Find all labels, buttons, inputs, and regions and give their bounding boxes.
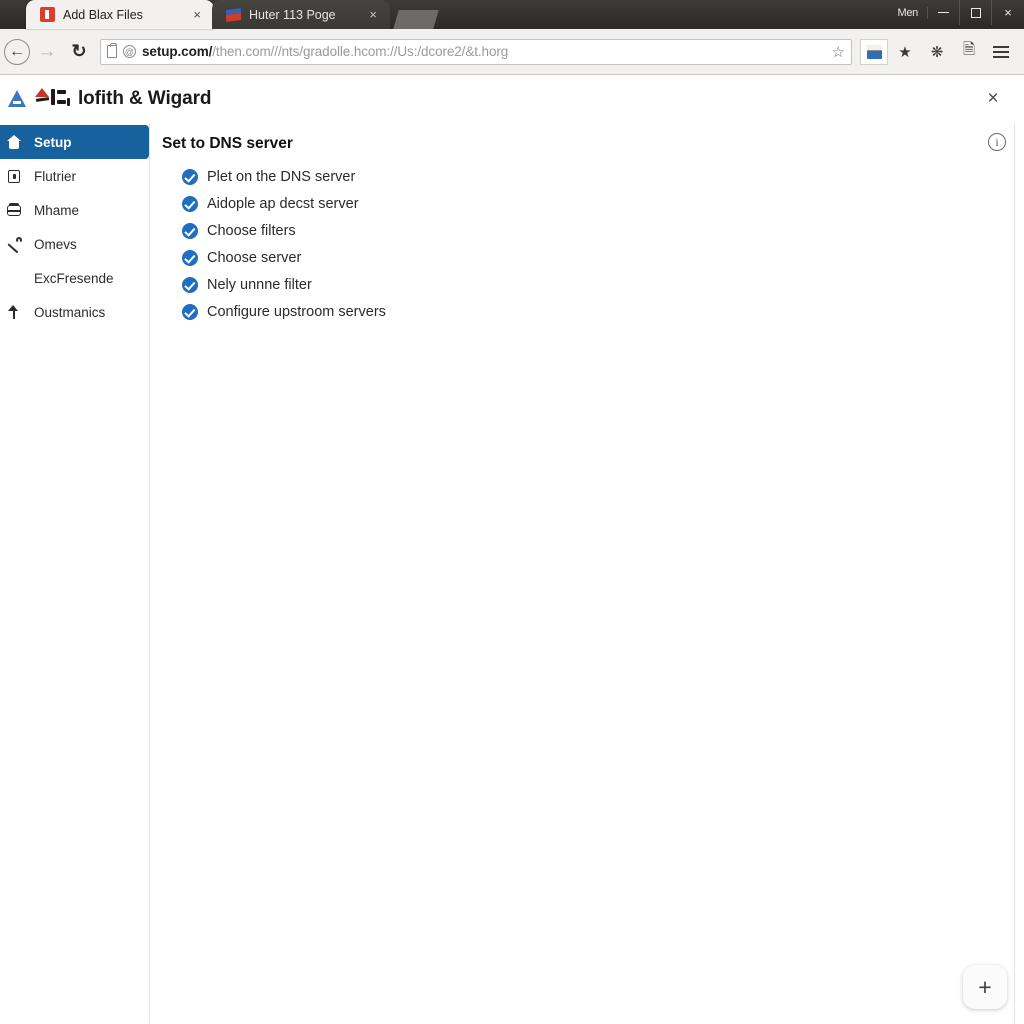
tab-title: Add Blax Files bbox=[63, 7, 143, 22]
check-circle-icon bbox=[182, 276, 198, 293]
flag-icon bbox=[226, 7, 241, 22]
list-item[interactable]: Configure upstroom servers bbox=[182, 298, 1024, 325]
window-menu-label[interactable]: Men bbox=[889, 6, 928, 19]
checklist-item-label: Plet on the DNS server bbox=[207, 168, 356, 185]
minimize-button[interactable] bbox=[928, 0, 960, 25]
forward-button[interactable]: → bbox=[32, 37, 62, 67]
tab-title: Huter 113 Poge bbox=[249, 7, 336, 22]
sidebar-item-label: Omevs bbox=[34, 236, 77, 252]
bookmark-star-icon[interactable]: ☆ bbox=[826, 43, 845, 61]
page-content: lofith & Wigard × Setup Flutrier Mhame O… bbox=[0, 75, 1024, 1023]
checklist-item-label: Configure upstroom servers bbox=[207, 303, 386, 320]
maximize-icon bbox=[970, 7, 981, 18]
setup-checklist: Plet on the DNS server Aidople ap decst … bbox=[162, 163, 1024, 325]
checklist-item-label: Choose filters bbox=[207, 222, 296, 239]
browser-toolbar: ← → ↻ @ setup.com//then.com///nts/gradol… bbox=[0, 29, 1024, 75]
check-circle-icon bbox=[182, 303, 198, 320]
right-rail-divider bbox=[1014, 123, 1024, 1023]
window-controls: Men × bbox=[889, 0, 1024, 25]
list-item[interactable]: Choose server bbox=[182, 244, 1024, 271]
url-host: setup.com/ bbox=[142, 44, 213, 59]
list-item[interactable]: Plet on the DNS server bbox=[182, 163, 1024, 190]
hamburger-icon bbox=[993, 45, 1009, 58]
extension-button[interactable] bbox=[860, 38, 888, 65]
checklist-item-label: Choose server bbox=[207, 249, 302, 266]
reload-button[interactable]: ↻ bbox=[64, 37, 94, 67]
app-header: lofith & Wigard × bbox=[0, 75, 1024, 123]
check-circle-icon bbox=[182, 168, 198, 185]
window-close-button[interactable]: × bbox=[992, 0, 1024, 25]
main-content: Set to DNS server Plet on the DNS server… bbox=[150, 123, 1024, 1023]
wrench-icon bbox=[6, 236, 22, 254]
contact-card-icon[interactable]: 🗎 bbox=[954, 37, 984, 67]
sidebar-item-oustmanics[interactable]: Oustmanics bbox=[0, 295, 149, 329]
sidebar-item-label: Oustmanics bbox=[34, 304, 106, 320]
sidebar-item-flutrier[interactable]: Flutrier bbox=[0, 159, 149, 193]
body-row: Setup Flutrier Mhame Omevs ExcFresende O bbox=[0, 123, 1024, 1023]
checklist-item-label: Nely unnne filter bbox=[207, 276, 312, 293]
check-circle-icon bbox=[182, 195, 198, 212]
sidebar: Setup Flutrier Mhame Omevs ExcFresende O bbox=[0, 123, 150, 1023]
checklist-item-label: Aidople ap decst server bbox=[207, 195, 359, 212]
maximize-button[interactable] bbox=[960, 0, 992, 25]
sidebar-item-excfresende[interactable]: ExcFresende bbox=[0, 261, 149, 295]
address-bar[interactable]: @ setup.com//then.com///nts/gradolle.hco… bbox=[100, 38, 852, 65]
minimize-icon bbox=[938, 11, 949, 14]
sidebar-item-label: ExcFresende bbox=[34, 270, 114, 286]
up-arrow-icon bbox=[6, 304, 22, 320]
red-document-icon bbox=[40, 7, 55, 22]
list-item[interactable]: Aidople ap decst server bbox=[182, 190, 1024, 217]
browser-titlebar: Add Blax Files × Huter 113 Poge × Men × bbox=[0, 0, 1024, 29]
back-button[interactable]: ← bbox=[4, 38, 30, 65]
sidebar-item-setup[interactable]: Setup bbox=[0, 125, 149, 159]
sidebar-item-label: Mhame bbox=[34, 202, 80, 218]
close-icon[interactable]: × bbox=[190, 6, 204, 23]
browser-tab-active[interactable]: Add Blax Files × bbox=[26, 0, 214, 29]
sidebar-item-mhame[interactable]: Mhame bbox=[0, 193, 149, 227]
sidebar-item-omevs[interactable]: Omevs bbox=[0, 227, 149, 261]
home-icon bbox=[6, 134, 22, 150]
extension-icon bbox=[866, 44, 882, 59]
logo-wordmark-icon bbox=[34, 87, 74, 111]
address-bar-url: setup.com//then.com///nts/gradolle.hcom:… bbox=[142, 44, 508, 59]
puzzle-icon[interactable]: ❋ bbox=[922, 37, 952, 67]
at-sign-icon: @ bbox=[123, 45, 136, 58]
add-button[interactable]: + bbox=[963, 965, 1007, 1009]
info-icon[interactable]: i bbox=[988, 133, 1006, 151]
menu-icon[interactable] bbox=[986, 37, 1016, 67]
sidebar-item-label: Flutrier bbox=[34, 168, 77, 184]
dark-star-icon[interactable]: ★ bbox=[890, 37, 920, 67]
close-icon[interactable]: × bbox=[366, 6, 380, 23]
new-tab-button[interactable] bbox=[393, 10, 439, 29]
no-icon bbox=[6, 270, 22, 286]
sidebar-item-label: Setup bbox=[34, 134, 72, 150]
list-item[interactable]: Choose filters bbox=[182, 217, 1024, 244]
app-logo bbox=[6, 87, 74, 111]
url-path: /then.com///nts/gradolle.hcom://Us:/dcor… bbox=[212, 44, 509, 59]
main-heading: Set to DNS server bbox=[162, 135, 293, 152]
close-icon[interactable]: × bbox=[980, 86, 1006, 112]
adguard-shield-icon bbox=[6, 88, 28, 110]
page-title: lofith & Wigard bbox=[78, 88, 212, 109]
lock-icon bbox=[6, 168, 22, 184]
list-item[interactable]: Nely unnne filter bbox=[182, 271, 1024, 298]
browser-tab-inactive[interactable]: Huter 113 Poge × bbox=[212, 0, 390, 29]
check-circle-icon bbox=[182, 222, 198, 239]
page-info-icon[interactable] bbox=[107, 43, 117, 58]
database-icon bbox=[6, 202, 22, 218]
check-circle-icon bbox=[182, 249, 198, 266]
